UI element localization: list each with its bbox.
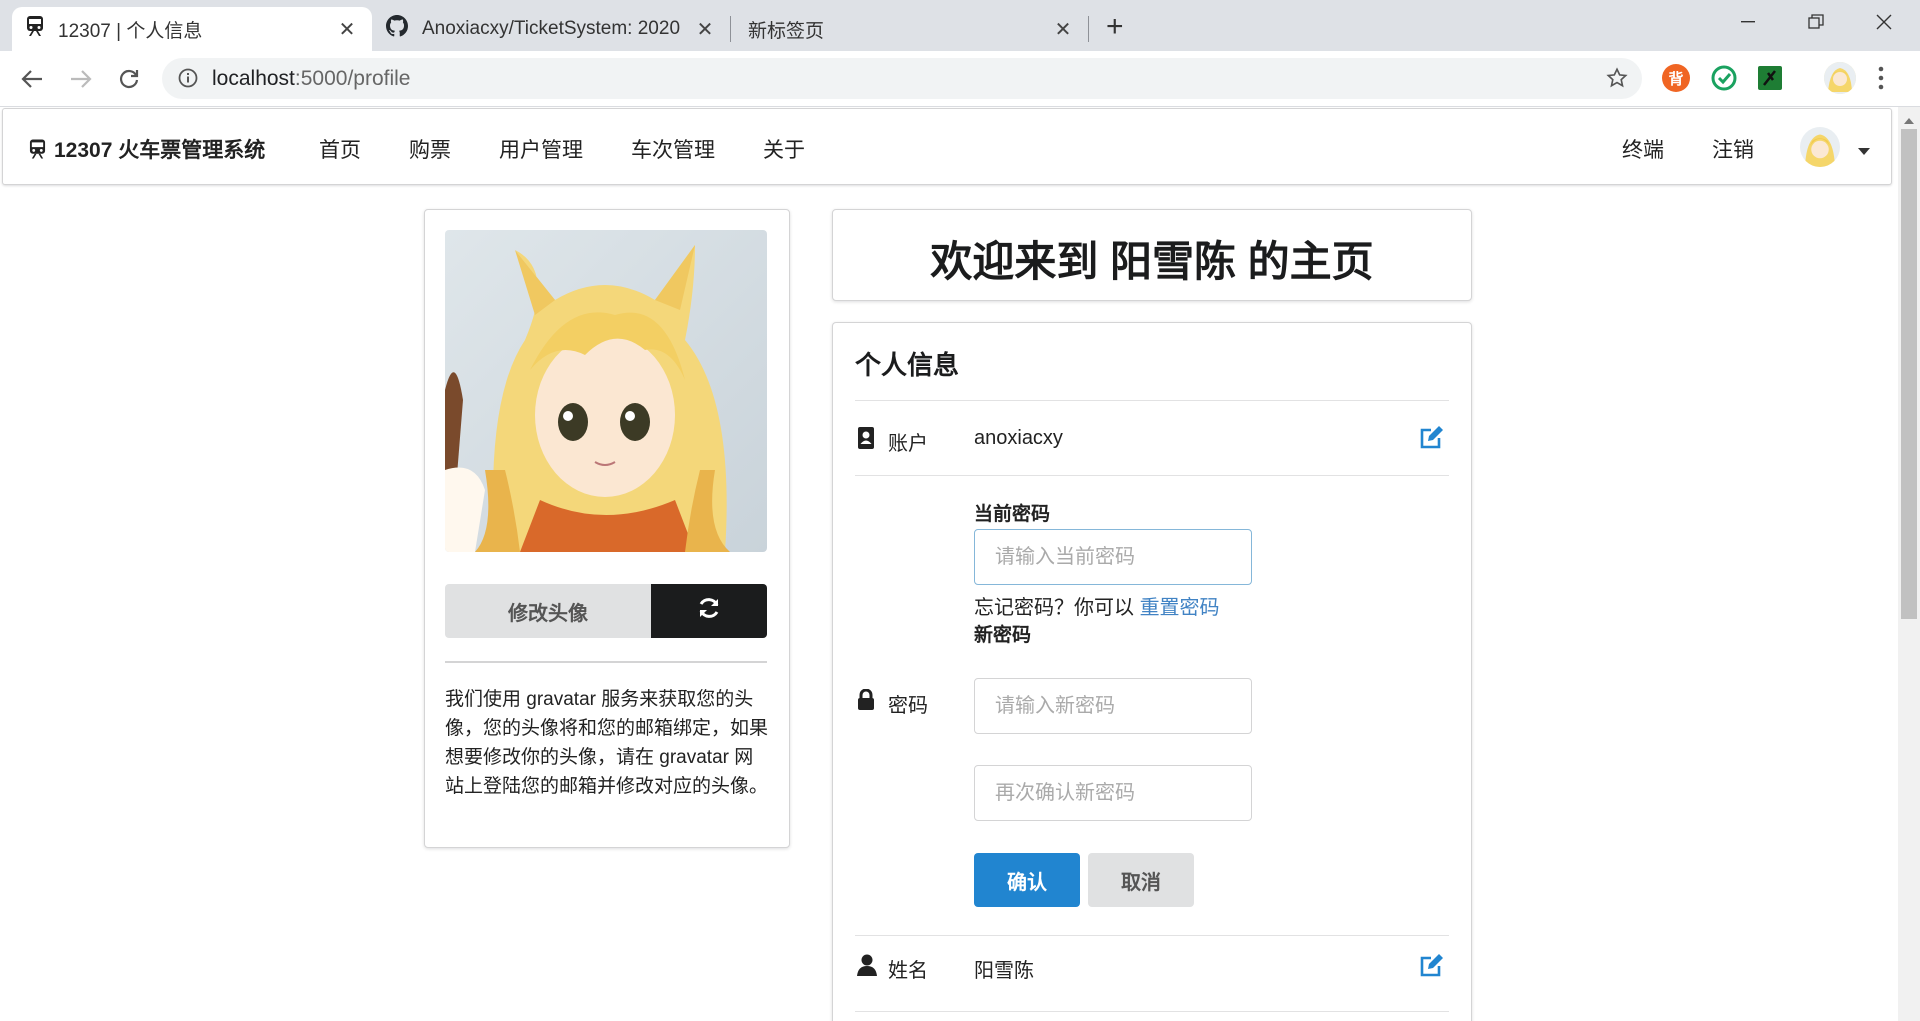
- nav-item-train-management[interactable]: 车次管理: [631, 134, 715, 164]
- scrollbar-thumb[interactable]: [1901, 129, 1917, 619]
- page-title: 欢迎来到 阳雪陈 的主页: [930, 238, 1374, 285]
- sync-extension-icon[interactable]: [1710, 64, 1738, 92]
- current-password-label: 当前密码: [974, 504, 1051, 525]
- github-favicon-icon: [386, 15, 408, 43]
- train-favicon-icon: [26, 16, 44, 42]
- edit-account-icon[interactable]: [1419, 424, 1445, 450]
- tab-title: Anoxiacxy/TicketSystem: 2020: [422, 18, 681, 39]
- close-tab-icon[interactable]: ✕: [336, 17, 358, 42]
- terminal-extension-icon[interactable]: [1758, 66, 1782, 90]
- page-viewport: 12307 火车票管理系统 首页 购票 用户管理 车次管理 关于 终端 注销 修…: [0, 107, 1898, 1021]
- tab-title: 12307 | 个人信息: [58, 20, 203, 42]
- profile-header: 个人信息: [855, 350, 960, 380]
- url-path: :5000/profile: [294, 67, 411, 90]
- scroll-up-arrow-icon[interactable]: [1904, 111, 1914, 129]
- divider: [445, 661, 767, 663]
- tab-github[interactable]: Anoxiacxy/TicketSystem: 2020 ✕: [372, 7, 730, 51]
- gravatar-image: [445, 230, 767, 552]
- gravatar-description: 我们使用 gravatar 服务来获取您的头像，您的头像将和您的邮箱绑定，如果想…: [445, 689, 769, 797]
- forgot-password-text: 忘记密码？你可以: [974, 597, 1134, 619]
- new-tab-plus-icon[interactable]: +: [1106, 10, 1124, 44]
- refresh-avatar-button[interactable]: [651, 584, 767, 638]
- tab-profile[interactable]: 12307 | 个人信息 ✕: [12, 7, 372, 51]
- forward-arrow-icon[interactable]: [66, 64, 96, 94]
- restore-icon[interactable]: [1796, 8, 1836, 36]
- address-card-icon: [857, 427, 877, 449]
- lock-icon: [857, 688, 877, 711]
- confirm-password-input[interactable]: [974, 765, 1252, 821]
- account-value: anoxiacxy: [974, 427, 1063, 449]
- confirm-button[interactable]: 确认: [974, 853, 1080, 907]
- divider: [855, 935, 1449, 936]
- extension-label: 背: [1668, 70, 1684, 88]
- nav-item-terminal[interactable]: 终端: [1622, 134, 1664, 164]
- reset-password-link[interactable]: 重置密码: [1140, 597, 1220, 619]
- url-host: localhost: [212, 67, 295, 90]
- url-text: localhost:5000/profile: [212, 67, 410, 91]
- nav-item-home[interactable]: 首页: [319, 134, 361, 164]
- edit-name-icon[interactable]: [1419, 952, 1445, 978]
- site-navbar: 12307 火车票管理系统 首页 购票 用户管理 车次管理 关于 终端 注销: [2, 108, 1892, 185]
- nav-item-buy-ticket[interactable]: 购票: [409, 134, 451, 164]
- current-password-input[interactable]: [974, 529, 1252, 585]
- site-brand[interactable]: 12307 火车票管理系统: [29, 134, 265, 165]
- browser-tab-strip: 12307 | 个人信息 ✕ Anoxiacxy/TicketSystem: 2…: [0, 0, 1920, 51]
- tab-new-tab[interactable]: 新标签页 ✕: [732, 7, 1088, 51]
- profile-avatar-icon[interactable]: [1824, 62, 1856, 94]
- nav-item-user-management[interactable]: 用户管理: [499, 134, 583, 164]
- train-icon: [29, 139, 46, 165]
- welcome-card: 欢迎来到 阳雪陈 的主页: [832, 209, 1472, 301]
- bei-extension-icon[interactable]: 背: [1662, 64, 1690, 92]
- window-close-icon[interactable]: [1864, 8, 1904, 36]
- password-label: 密码: [888, 695, 928, 717]
- divider: [855, 400, 1449, 401]
- forgot-password-hint: 忘记密码？你可以 重置密码: [974, 591, 1220, 620]
- bookmark-star-icon[interactable]: [1606, 67, 1628, 94]
- user-avatar[interactable]: [1800, 127, 1840, 167]
- dropdown-caret-icon[interactable]: [1858, 143, 1870, 161]
- close-tab-icon[interactable]: ✕: [1052, 17, 1074, 42]
- name-value: 阳雪陈: [974, 960, 1034, 982]
- divider: [855, 1011, 1449, 1012]
- divider: [855, 475, 1449, 476]
- refresh-icon: [697, 597, 721, 625]
- brand-text: 12307 火车票管理系统: [54, 139, 266, 162]
- cancel-button[interactable]: 取消: [1088, 853, 1194, 907]
- address-bar[interactable]: localhost:5000/profile: [162, 58, 1642, 99]
- change-avatar-button[interactable]: 修改头像: [445, 584, 651, 638]
- nav-item-logout[interactable]: 注销: [1712, 134, 1754, 164]
- new-password-input[interactable]: [974, 678, 1252, 734]
- new-password-label: 新密码: [974, 625, 1032, 646]
- browser-menu-icon[interactable]: [1878, 65, 1884, 96]
- tab-title: 新标签页: [748, 20, 825, 42]
- back-arrow-icon[interactable]: [17, 64, 47, 94]
- name-label: 姓名: [888, 960, 928, 982]
- avatar-card: 修改头像 我们使用 gravatar 服务来获取您的头像，您的头像将和您的邮箱绑…: [424, 209, 790, 848]
- account-label: 账户: [888, 433, 928, 455]
- minimize-icon[interactable]: [1728, 8, 1768, 36]
- profile-card: 个人信息 账户 anoxiacxy 当前密码 忘记密码？你可以 重置密码 新密码…: [832, 322, 1472, 1021]
- site-info-icon[interactable]: [178, 68, 198, 93]
- tab-separator: [730, 16, 731, 42]
- page-scrollbar[interactable]: [1898, 107, 1920, 1021]
- reload-icon[interactable]: [114, 64, 144, 94]
- browser-toolbar: localhost:5000/profile 背: [0, 51, 1920, 107]
- tab-separator: [1088, 16, 1089, 42]
- user-icon: [857, 954, 877, 976]
- close-tab-icon[interactable]: ✕: [694, 17, 716, 42]
- nav-item-about[interactable]: 关于: [763, 134, 805, 164]
